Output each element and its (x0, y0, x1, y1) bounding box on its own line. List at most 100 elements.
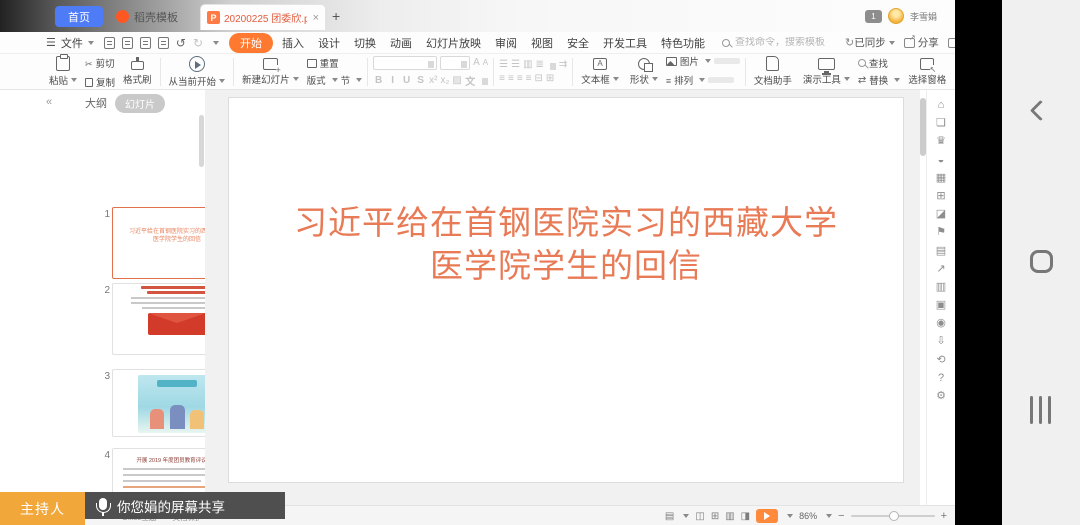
member-badge[interactable]: 1 (865, 10, 882, 23)
host-badge[interactable]: 主持人 (0, 492, 85, 525)
present-tools-button[interactable]: 演示工具 (800, 58, 853, 86)
presenter-view-icon[interactable]: ◨ (741, 511, 750, 522)
arrange-button[interactable]: 排列 (666, 71, 705, 89)
chart-icon[interactable]: ◪ (936, 209, 946, 220)
undo-icon[interactable] (176, 36, 186, 50)
ribbon-tab-animation[interactable]: 动画 (383, 33, 419, 53)
doc-assistant-button[interactable]: 文档助手 (751, 56, 795, 87)
file-menu[interactable]: 文件 (61, 35, 83, 51)
new-slide-button[interactable]: 新建幻灯片 (239, 58, 302, 86)
picture-panel-icon[interactable]: ▣ (936, 300, 946, 311)
docer-vip-icon[interactable]: ♛ (936, 136, 946, 147)
zoom-slider[interactable] (851, 515, 935, 517)
find-icon (858, 59, 866, 67)
hamburger-icon[interactable] (46, 36, 56, 49)
export-icon[interactable] (158, 37, 169, 49)
slide-thumbnail-3[interactable] (112, 369, 205, 437)
slideshow-play-button[interactable] (756, 509, 778, 523)
share-button[interactable]: 分享 (904, 35, 939, 50)
search-input[interactable] (735, 37, 845, 48)
paste-label: 粘贴 (49, 73, 68, 87)
flag-icon[interactable]: ⚑ (936, 227, 946, 238)
ribbon-tab-transition[interactable]: 切换 (347, 33, 383, 53)
layers-icon[interactable]: ❏ (936, 118, 946, 129)
notes-chevron-icon[interactable] (683, 514, 689, 521)
play-chevron-icon[interactable] (787, 514, 793, 521)
zoom-level[interactable]: 86% (799, 511, 817, 521)
property-icon[interactable]: ⌂ (938, 100, 945, 111)
copy-button[interactable]: 复制 (85, 75, 115, 89)
ribbon-tab-devtools[interactable]: 开发工具 (596, 33, 654, 53)
format-painter-button[interactable]: 格式刷 (120, 57, 155, 86)
normal-view-icon[interactable]: ◫ (695, 511, 704, 522)
album-icon[interactable]: ▤ (936, 246, 946, 257)
avatar[interactable] (888, 8, 904, 24)
user-name: 李雪娟 (910, 10, 937, 23)
ribbon-tab-slideshow[interactable]: 幻灯片放映 (419, 33, 488, 53)
comment-button[interactable]: 批注 (948, 35, 955, 50)
cut-button[interactable]: 剪切 (85, 54, 115, 72)
nav-back-icon[interactable] (1030, 100, 1051, 121)
reading-view-icon[interactable]: ▥ (725, 511, 734, 522)
find-button[interactable]: 查找 (858, 56, 900, 70)
quick-access-chevron-icon[interactable] (213, 41, 219, 48)
textbox-button[interactable]: A 文本框 (578, 58, 622, 86)
slide-thumbnail-1[interactable]: 习近平给在首钢医院实习的西藏大学 医学院学生的回信 (112, 207, 205, 279)
document-tab[interactable]: P 20200225 团委欣.pptx × (200, 4, 326, 30)
zoom-in-button[interactable]: + (941, 510, 947, 522)
zoom-slider-knob[interactable] (889, 511, 899, 521)
ribbon-tab-view[interactable]: 视图 (524, 33, 560, 53)
ribbon-tab-security[interactable]: 安全 (560, 33, 596, 53)
reset-button[interactable]: 重置 (307, 56, 363, 70)
ribbon-tab-start[interactable]: 开始 (229, 33, 273, 53)
sync-status[interactable]: 已同步 (845, 35, 895, 50)
section-button[interactable]: 节 (341, 73, 363, 87)
nav-recent-icon[interactable] (1030, 396, 1051, 424)
download-icon[interactable]: ⇩ (936, 336, 945, 347)
play-from-current-button[interactable]: 从当前开始 (166, 56, 229, 88)
selection-pane-icon (920, 58, 934, 70)
audio-icon[interactable]: ◉ (936, 318, 946, 329)
home-tab[interactable]: 首页 (55, 6, 103, 27)
ribbon-tab-review[interactable]: 审阅 (488, 33, 524, 53)
new-slide-label: 新建幻灯片 (242, 72, 290, 86)
print-icon[interactable] (140, 37, 151, 49)
slides-tab[interactable]: 幻灯片 (115, 94, 165, 113)
file-menu-chevron-icon[interactable] (88, 41, 94, 48)
zoom-chevron-icon[interactable] (826, 514, 832, 521)
slide-thumbnail-2[interactable] (112, 283, 205, 355)
paste-button[interactable]: 粘贴 (46, 56, 80, 87)
new-tab-button[interactable]: + (332, 8, 340, 24)
sidebar-help-icon[interactable]: ? (938, 373, 944, 384)
selection-pane-button[interactable]: 选择窗格 (905, 58, 949, 86)
ribbon-tab-insert[interactable]: 插入 (275, 33, 311, 53)
copy-icon (85, 78, 93, 87)
print-preview-icon[interactable] (122, 37, 133, 49)
template-tab[interactable]: 稻壳模板 (116, 6, 178, 27)
history-icon[interactable]: ⟲ (936, 355, 945, 366)
outline-tab[interactable]: 大纲 (85, 95, 107, 111)
apps-grid-icon[interactable]: ⊞ (936, 191, 945, 202)
microphone-icon[interactable] (99, 498, 107, 510)
notes-icon[interactable]: ▤ (665, 511, 674, 522)
panel-scrollbar[interactable] (199, 115, 204, 167)
nav-home-icon[interactable] (1030, 250, 1053, 273)
export-share-icon[interactable]: ↗ (936, 264, 945, 275)
settings-gear-icon[interactable]: ⚙ (936, 391, 946, 402)
ribbon-tab-features[interactable]: 特色功能 (654, 33, 712, 53)
slide-title[interactable]: 习近平给在首钢医院实习的西藏大学 医学院学生的回信 (229, 201, 903, 287)
picture-button[interactable]: 图片 (666, 54, 711, 68)
close-tab-icon[interactable]: × (313, 12, 319, 24)
calendar-icon[interactable]: ▥ (936, 282, 946, 293)
ribbon-tab-design[interactable]: 设计 (311, 33, 347, 53)
table-icon[interactable]: ▦ (936, 173, 946, 184)
layout-button[interactable]: 版式 (307, 73, 338, 87)
save-icon[interactable] (104, 37, 115, 49)
shapes-button[interactable]: 形状 (627, 58, 661, 86)
slide-sorter-icon[interactable]: ⊞ (711, 511, 719, 522)
fill-color-icon[interactable]: ◒ (938, 155, 945, 166)
zoom-out-button[interactable]: − (838, 510, 844, 522)
slide-panel: 1 习近平给在首钢医院实习的西藏大学 医学院学生的回信 2 3 4 (45, 90, 205, 505)
slide-canvas[interactable]: 习近平给在首钢医院实习的西藏大学 医学院学生的回信 (228, 97, 904, 483)
replace-button[interactable]: ⇄ 替换 (858, 73, 900, 87)
